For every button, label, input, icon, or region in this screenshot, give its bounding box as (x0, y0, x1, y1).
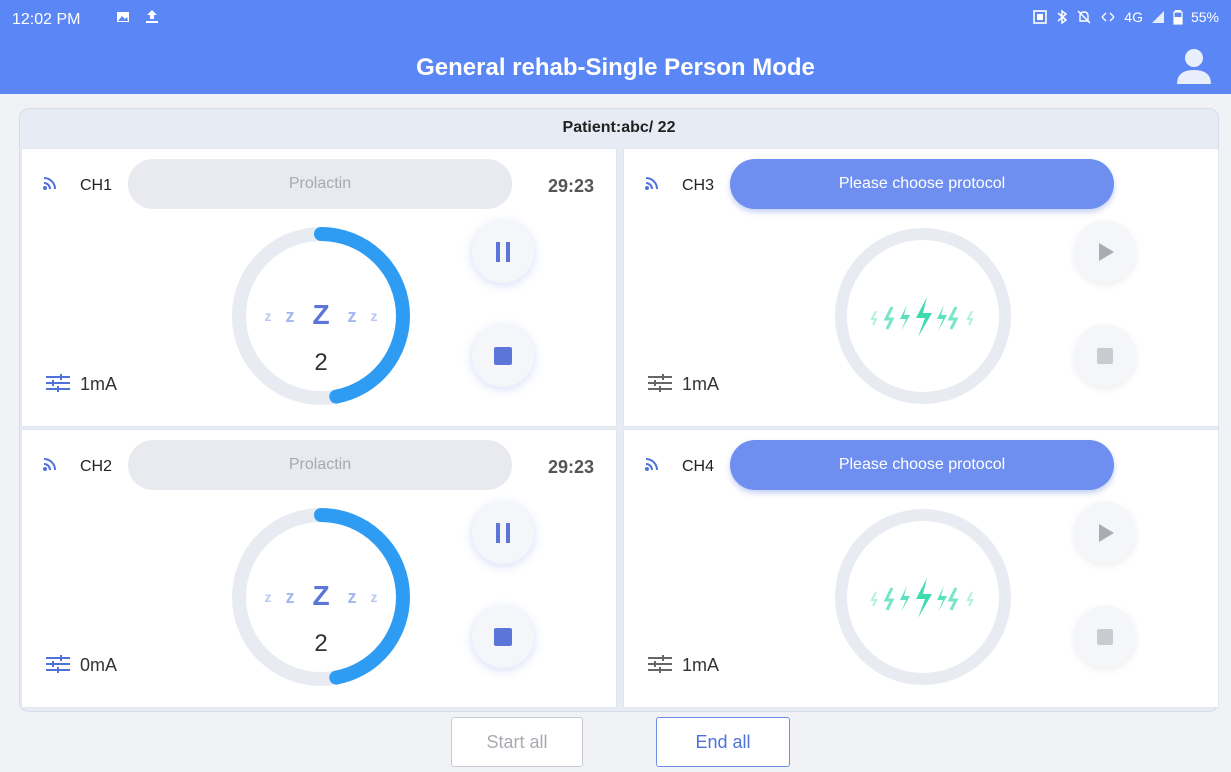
channel-label: CH1 (80, 177, 113, 194)
protocol-selector[interactable]: Prolactin (128, 159, 512, 209)
pause-button[interactable] (472, 221, 534, 283)
channel-label: CH2 (80, 458, 113, 475)
stop-button[interactable] (1074, 606, 1136, 668)
pause-icon (496, 242, 510, 262)
intensity-icon[interactable] (44, 652, 72, 676)
signal-icon (43, 177, 56, 190)
svg-text:z: z (371, 589, 378, 605)
intensity-value: 1mA (682, 374, 720, 394)
patient-info: Patient:abc/ 22 (562, 119, 676, 136)
channel-timer: 29:23 (547, 457, 594, 477)
signal-icon (43, 458, 56, 471)
svg-text:z: z (286, 587, 295, 607)
status-bar: 12:02 PM 4G 55% (0, 0, 1231, 40)
channel-level: 2 (314, 630, 328, 657)
protocol-selector[interactable]: Prolactin (128, 440, 512, 490)
intensity-icon[interactable] (646, 652, 674, 676)
image-icon (117, 12, 129, 22)
app-bar: General rehab-Single Person Mode (0, 40, 1231, 94)
svg-text:z: z (265, 308, 272, 324)
protocol-selector[interactable]: Please choose protocol (730, 440, 1114, 490)
mute-icon (1077, 10, 1091, 24)
upload-icon (146, 10, 158, 23)
avatar-icon[interactable] (1175, 46, 1213, 86)
play-icon (1099, 243, 1114, 261)
pause-button[interactable] (472, 502, 534, 564)
progress-ring: z z Z z z (232, 508, 410, 686)
signal-icon (645, 177, 658, 190)
stop-icon (494, 347, 512, 365)
stop-button[interactable] (472, 325, 534, 387)
stop-icon (494, 628, 512, 646)
lightning-icon (870, 578, 974, 618)
svg-text:z: z (348, 306, 357, 326)
stop-button[interactable] (472, 606, 534, 668)
data-icon (1101, 12, 1115, 22)
intensity-value: 1mA (80, 374, 118, 394)
status-time: 12:02 PM (12, 11, 81, 28)
channel-card-2: CH2 Prolactin 29:23 z z Z z z 2 0mA (21, 429, 617, 708)
svg-text:Z: Z (312, 580, 329, 611)
sleep-icon: z z Z z z (265, 299, 378, 330)
channel-level: 2 (314, 349, 328, 376)
sleep-icon: z z Z z z (265, 580, 378, 611)
svg-text:z: z (265, 589, 272, 605)
channel-card-1: CH1 Prolactin 29:23 z z Z z z 2 1mA (21, 148, 617, 427)
channel-label: CH3 (682, 177, 715, 194)
intensity-icon[interactable] (44, 371, 72, 395)
stop-button[interactable] (1074, 325, 1136, 387)
play-icon (1099, 524, 1114, 542)
progress-ring (835, 509, 1011, 685)
page-title: General rehab-Single Person Mode (416, 54, 815, 81)
play-button[interactable] (1074, 221, 1136, 283)
svg-text:z: z (348, 587, 357, 607)
progress-ring (835, 228, 1011, 404)
stop-icon (1097, 629, 1113, 645)
stop-icon (1097, 348, 1113, 364)
signal-bars-icon (1151, 11, 1164, 23)
play-button[interactable] (1074, 502, 1136, 564)
svg-text:z: z (371, 308, 378, 324)
battery-level: 55% (1190, 9, 1219, 25)
start-all-button[interactable]: Start all (451, 717, 583, 767)
progress-ring: z z Z z z (232, 227, 410, 405)
intensity-value: 1mA (682, 655, 720, 675)
intensity-icon[interactable] (646, 371, 674, 395)
svg-text:Z: Z (312, 299, 329, 330)
intensity-value: 0mA (80, 655, 118, 675)
svg-text:z: z (286, 306, 295, 326)
channel-card-4: CH4 Please choose protocol 1mA (623, 429, 1219, 708)
channel-timer: 29:23 (547, 176, 594, 196)
end-all-button[interactable]: End all (656, 717, 790, 767)
lightning-icon (870, 297, 974, 337)
protocol-selector[interactable]: Please choose protocol (730, 159, 1114, 209)
network-type: 4G (1124, 9, 1143, 25)
signal-icon (645, 458, 658, 471)
pause-icon (496, 523, 510, 543)
screen-icon (1033, 10, 1048, 24)
channel-label: CH4 (682, 458, 715, 475)
battery-icon (1173, 10, 1183, 25)
bluetooth-icon (1057, 9, 1068, 25)
channel-card-3: CH3 Please choose protocol 1mA (623, 148, 1219, 427)
channels-panel: Patient:abc/ 22 CH1 Prolactin 29:23 z z … (19, 108, 1219, 712)
